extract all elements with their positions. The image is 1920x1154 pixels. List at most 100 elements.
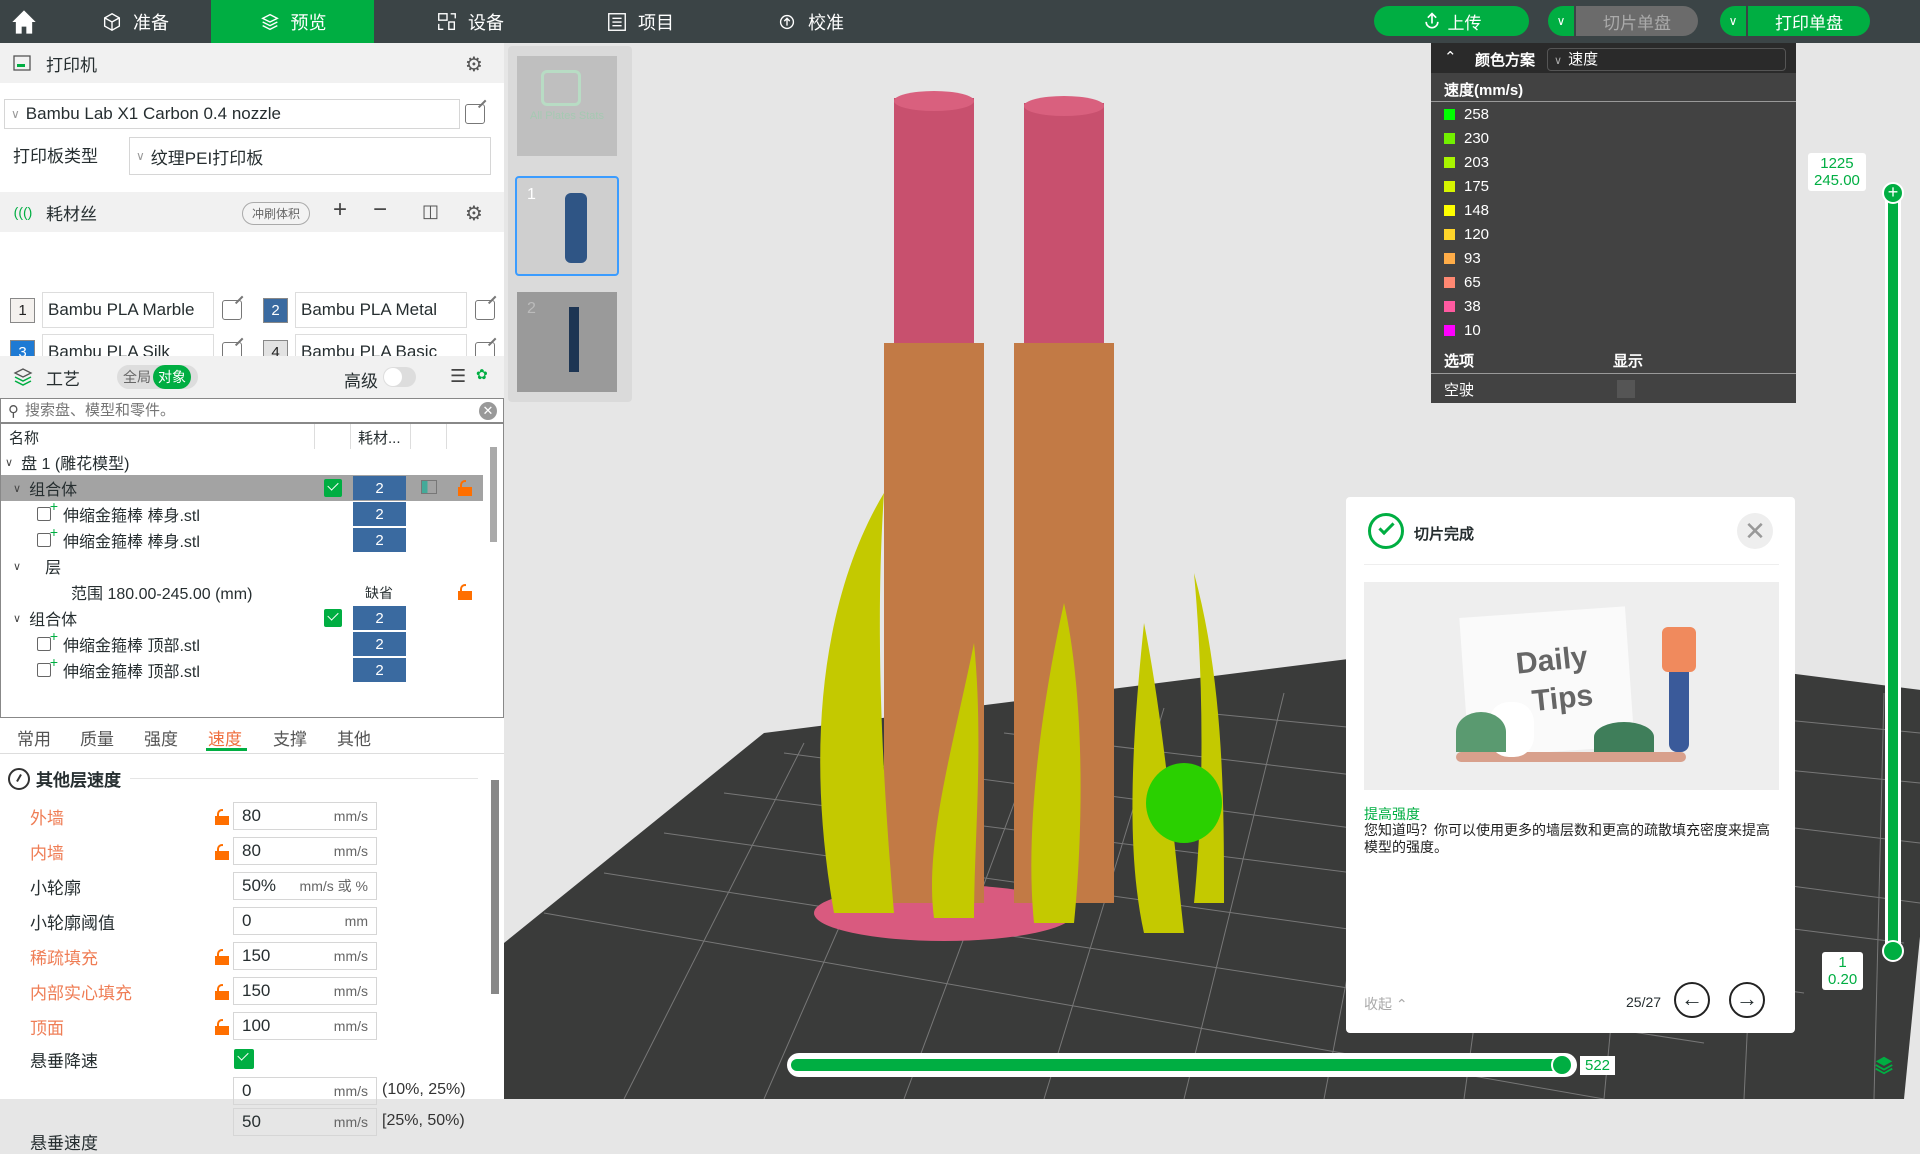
- filament-edit-icon[interactable]: [475, 300, 495, 320]
- printable-checkbox[interactable]: [324, 479, 342, 497]
- remove-filament-icon[interactable]: −: [373, 196, 387, 224]
- settings-tab[interactable]: 常用: [17, 725, 51, 750]
- filament-badge[interactable]: 2: [353, 632, 406, 656]
- print-dropdown-chevron[interactable]: ∨: [1720, 6, 1748, 36]
- color-scheme-select[interactable]: ∨ 速度: [1547, 48, 1786, 71]
- list-view-icon[interactable]: ☰: [450, 366, 466, 387]
- move-slider[interactable]: [787, 1053, 1577, 1077]
- chevron-down-icon[interactable]: ∨: [13, 560, 21, 573]
- object-settings-icon[interactable]: ✿: [476, 366, 488, 383]
- range-filament-default[interactable]: 缺省: [365, 583, 393, 603]
- filament-badge[interactable]: 2: [353, 476, 406, 500]
- filament-color-swatch[interactable]: 2: [263, 298, 288, 323]
- collapse-legend-icon[interactable]: ⌃: [1444, 48, 1457, 66]
- tab-calibration[interactable]: 校准: [740, 0, 880, 43]
- settings-tab[interactable]: 速度: [208, 725, 242, 750]
- setting-input[interactable]: 150 mm/s: [233, 977, 377, 1005]
- unlocked-icon[interactable]: [215, 809, 229, 825]
- settings-tab[interactable]: 其他: [337, 725, 371, 750]
- unlocked-icon[interactable]: [215, 984, 229, 1000]
- filament-color-swatch[interactable]: 1: [10, 298, 35, 323]
- setting-input[interactable]: 100 mm/s: [233, 1012, 377, 1040]
- overhang-slow-checkbox[interactable]: [234, 1049, 254, 1069]
- unlocked-icon[interactable]: [215, 949, 229, 965]
- settings-scrollbar[interactable]: [491, 780, 499, 994]
- close-dialog-button[interactable]: ✕: [1737, 513, 1773, 549]
- setting-input[interactable]: 50% mm/s 或 %: [233, 872, 377, 900]
- tree-row[interactable]: ∨ 组合体 2: [1, 605, 483, 631]
- filament-edit-icon[interactable]: [222, 300, 242, 320]
- move-slider-handle[interactable]: [1551, 1054, 1573, 1076]
- plate-type-select[interactable]: ∨ 纹理PEI打印板: [129, 137, 491, 175]
- settings-tab[interactable]: 强度: [144, 725, 178, 750]
- tree-row[interactable]: 伸缩金箍棒 顶部.stl 2: [1, 628, 483, 657]
- plate-thumbnail-1[interactable]: 1: [515, 176, 619, 276]
- clear-search-icon[interactable]: ✕: [479, 402, 497, 420]
- setting-input[interactable]: 80 mm/s: [233, 837, 377, 865]
- setting-input[interactable]: 80 mm/s: [233, 802, 377, 830]
- print-plate-button[interactable]: 打印单盘: [1748, 6, 1870, 36]
- slice-dropdown-chevron[interactable]: ∨: [1548, 6, 1576, 36]
- chevron-down-icon[interactable]: ∨: [5, 456, 13, 469]
- printable-checkbox[interactable]: [324, 609, 342, 627]
- next-tip-button[interactable]: →: [1729, 982, 1765, 1018]
- unlocked-icon[interactable]: [215, 844, 229, 860]
- advanced-toggle[interactable]: [383, 367, 416, 387]
- overhang-speed-input[interactable]: 50 mm/s: [233, 1108, 377, 1136]
- global-object-toggle[interactable]: 全局 对象: [117, 365, 198, 389]
- setting-input[interactable]: 150 mm/s: [233, 942, 377, 970]
- print-plate-split-button: ∨ 打印单盘: [1720, 6, 1870, 36]
- tree-row[interactable]: ∨ 组合体 2: [1, 475, 483, 501]
- filament-badge[interactable]: 2: [353, 502, 406, 526]
- tree-row[interactable]: ∨ 盘 1 (雕花模型): [1, 449, 483, 475]
- home-icon[interactable]: [10, 8, 38, 36]
- filament-select[interactable]: Bambu PLA Metal: [295, 292, 467, 328]
- toggle-global-label[interactable]: 全局: [117, 367, 151, 387]
- tree-row[interactable]: ∨ 层: [1, 553, 483, 579]
- all-plates-stats-button[interactable]: All Plates Stats: [517, 56, 617, 156]
- sync-ams-icon[interactable]: ◫: [422, 201, 439, 222]
- layer-slider[interactable]: +: [1881, 182, 1905, 962]
- add-filament-icon[interactable]: +: [333, 196, 347, 224]
- filament-badge[interactable]: 2: [353, 606, 406, 630]
- lock-icon[interactable]: [458, 480, 472, 496]
- printer-edit-icon[interactable]: [465, 104, 485, 124]
- slice-plate-button[interactable]: 切片单盘: [1576, 6, 1698, 36]
- tab-prepare[interactable]: 准备: [60, 0, 210, 43]
- settings-tab[interactable]: 支撑: [273, 725, 307, 750]
- upload-button[interactable]: 上传: [1374, 6, 1529, 36]
- lock-icon[interactable]: [458, 584, 472, 600]
- flush-volume-button[interactable]: 冲刷体积: [242, 202, 311, 225]
- filament-settings-gear-icon[interactable]: ⚙: [465, 201, 483, 226]
- tab-device[interactable]: 设备: [400, 0, 540, 43]
- tab-preview[interactable]: 预览: [211, 0, 374, 43]
- unlocked-icon[interactable]: [215, 1019, 229, 1035]
- overhang-speed-input[interactable]: 0 mm/s: [233, 1077, 377, 1105]
- travel-show-checkbox[interactable]: [1617, 380, 1635, 398]
- filament-badge[interactable]: 2: [353, 528, 406, 552]
- tree-row[interactable]: 伸缩金箍棒 棒身.stl 2: [1, 524, 483, 553]
- printer-settings-gear-icon[interactable]: ⚙: [465, 52, 483, 77]
- toggle-object-label[interactable]: 对象: [153, 365, 191, 389]
- tips-text: Tips: [1530, 678, 1595, 719]
- top-layer-handle[interactable]: +: [1882, 182, 1904, 204]
- setting-input[interactable]: 0 mm: [233, 907, 377, 935]
- tree-scrollbar[interactable]: [490, 447, 497, 542]
- tab-project[interactable]: 项目: [570, 0, 710, 43]
- filament-badge[interactable]: 2: [353, 658, 406, 682]
- chevron-down-icon[interactable]: ∨: [13, 482, 21, 495]
- previous-tip-button[interactable]: ←: [1674, 982, 1710, 1018]
- printer-preset-select[interactable]: ∨ Bambu Lab X1 Carbon 0.4 nozzle: [4, 99, 460, 129]
- collapse-button[interactable]: 收起 ⌃: [1364, 994, 1408, 1014]
- search-input[interactable]: [25, 402, 465, 419]
- filament-select[interactable]: Bambu PLA Marble: [42, 292, 214, 328]
- tree-row[interactable]: 伸缩金箍棒 棒身.stl 2: [1, 498, 483, 527]
- tree-row[interactable]: 范围 180.00-245.00 (mm) 缺省: [1, 579, 483, 605]
- bottom-layer-handle[interactable]: [1882, 940, 1904, 962]
- chevron-down-icon[interactable]: ∨: [13, 612, 21, 625]
- plate-thumbnail-2[interactable]: 2: [517, 292, 617, 392]
- layers-toggle-icon[interactable]: [1873, 1054, 1895, 1076]
- support-paint-icon[interactable]: [421, 480, 437, 494]
- settings-tab[interactable]: 质量: [80, 725, 114, 750]
- tree-row[interactable]: 伸缩金箍棒 顶部.stl 2: [1, 654, 483, 683]
